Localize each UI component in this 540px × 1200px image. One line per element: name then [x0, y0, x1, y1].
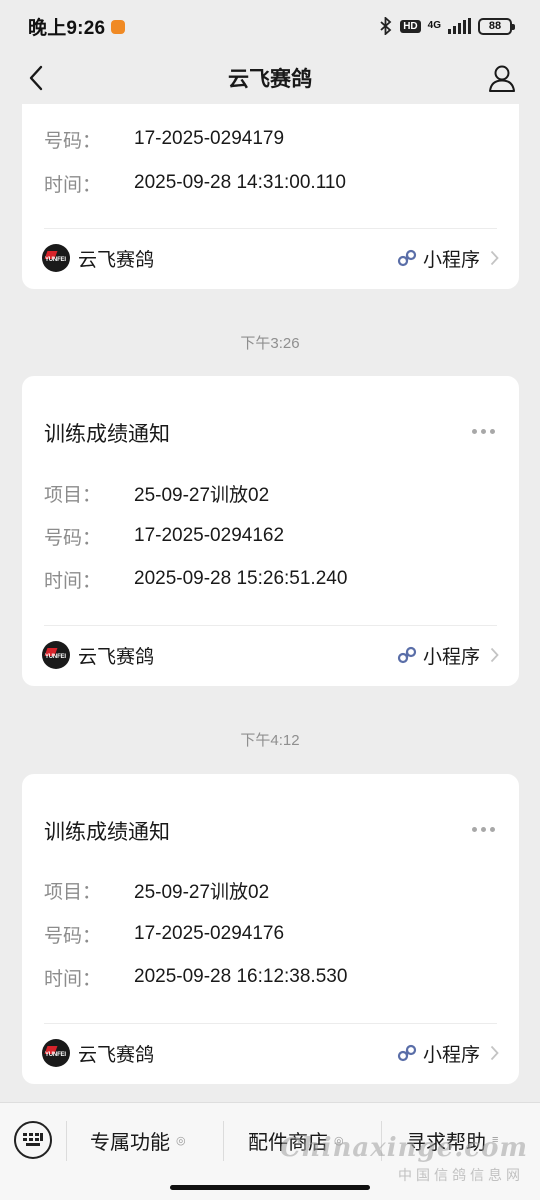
menu-exclusive-features[interactable]: 专属功能 ◎: [90, 1125, 186, 1155]
source-name: 云飞赛鸽: [78, 1044, 155, 1066]
page-title: 云飞赛鸽: [228, 68, 312, 91]
mini-program-link[interactable]: 小程序: [397, 1040, 499, 1067]
keyboard-icon: [23, 1133, 43, 1146]
info-row-time: 时间： 2025-09-28 16:12:38.530: [44, 964, 347, 990]
home-indicator[interactable]: [170, 1185, 370, 1190]
battery-icon: 88: [478, 17, 515, 35]
keyboard-toggle-button[interactable]: [14, 1121, 52, 1159]
row-value: 25-09-27训放02: [134, 881, 270, 903]
row-label: 时间：: [44, 968, 102, 990]
bluetooth-icon: [380, 17, 392, 35]
chevron-right-icon: [490, 1045, 499, 1061]
person-icon: [489, 65, 515, 92]
menu-label: 专属功能: [90, 1131, 170, 1154]
back-arrow-icon: [29, 65, 43, 91]
hd-badge: HD: [400, 19, 421, 33]
info-row-time: 时间： 2025-09-28 15:26:51.240: [44, 566, 347, 592]
row-value: 2025-09-28 14:31:00.110: [134, 172, 346, 193]
notification-card[interactable]: 训练成绩通知 项目： 25-09-27训放02 号码： 17-2025-0294…: [22, 376, 519, 686]
divider: [223, 1121, 224, 1161]
card-title: 训练成绩通知: [44, 423, 170, 446]
divider: [44, 228, 497, 229]
watermark-site: Chinaxinge.com: [280, 1133, 528, 1163]
row-value: 25-09-27训放02: [134, 484, 270, 506]
notification-card[interactable]: 号码： 17-2025-0294179 时间： 2025-09-28 14:31…: [22, 104, 519, 289]
yunfei-logo: YUNFEI: [42, 1039, 70, 1067]
mini-program-link[interactable]: 小程序: [397, 642, 499, 669]
mini-program-label: 小程序: [422, 646, 480, 668]
card-title: 训练成绩通知: [44, 821, 170, 844]
source-name: 云飞赛鸽: [78, 646, 155, 668]
message-timestamp: 下午3:26: [240, 335, 300, 352]
row-label: 项目：: [44, 484, 102, 506]
info-row-number: 号码： 17-2025-0294162: [44, 523, 284, 549]
divider: [66, 1121, 67, 1161]
mini-program-small-icon: ◎: [176, 1134, 186, 1147]
mini-program-icon: [397, 249, 417, 267]
chevron-right-icon: [490, 647, 499, 663]
chevron-right-icon: [490, 250, 499, 266]
divider: [44, 625, 497, 626]
card-footer[interactable]: YUNFEI 云飞赛鸽 小程序: [42, 242, 499, 274]
notification-card[interactable]: 训练成绩通知 项目： 25-09-27训放02 号码： 17-2025-0294…: [22, 774, 519, 1084]
network-type: 4G: [427, 20, 441, 31]
mini-program-icon: [397, 1044, 417, 1062]
info-row-project: 项目： 25-09-27训放02: [44, 480, 269, 506]
row-label: 项目：: [44, 881, 102, 903]
status-icons: HD 4G 88: [379, 17, 515, 35]
status-bar: 晚上9:26 HD 4G 88: [0, 0, 540, 52]
more-options-button[interactable]: [472, 426, 495, 436]
row-label: 时间：: [44, 174, 102, 196]
source-name: 云飞赛鸽: [78, 249, 155, 271]
info-row-number: 号码： 17-2025-0294176: [44, 921, 284, 947]
row-value: 17-2025-0294176: [134, 923, 285, 944]
battery-level: 88: [488, 20, 502, 32]
row-label: 号码：: [44, 527, 102, 549]
row-label: 号码：: [44, 925, 102, 947]
back-button[interactable]: [18, 60, 54, 96]
row-value: 2025-09-28 15:26:51.240: [134, 568, 348, 589]
more-options-button[interactable]: [472, 824, 495, 834]
row-value: 17-2025-0294162: [134, 525, 285, 546]
status-time: 晚上9:26: [28, 17, 106, 39]
row-label: 时间：: [44, 570, 102, 592]
info-row-time: 时间： 2025-09-28 14:31:00.110: [44, 170, 346, 196]
message-list[interactable]: 号码： 17-2025-0294179 时间： 2025-09-28 14:31…: [0, 104, 540, 1102]
yunfei-logo: YUNFEI: [42, 244, 70, 272]
mini-program-icon: [397, 646, 417, 664]
message-timestamp: 下午4:12: [240, 732, 300, 749]
signal-icon: [448, 18, 471, 34]
card-footer[interactable]: YUNFEI 云飞赛鸽 小程序: [42, 1037, 499, 1069]
watermark-cn: 中国信鸽信息网: [398, 1167, 524, 1183]
info-row-project: 项目： 25-09-27训放02: [44, 877, 269, 903]
yunfei-logo: YUNFEI: [42, 641, 70, 669]
row-value: 17-2025-0294179: [134, 128, 285, 149]
notification-app-icon: [111, 20, 126, 34]
row-value: 2025-09-28 16:12:38.530: [134, 966, 348, 987]
profile-button[interactable]: [484, 60, 520, 96]
card-footer[interactable]: YUNFEI 云飞赛鸽 小程序: [42, 639, 499, 671]
title-bar: 云飞赛鸽: [0, 52, 540, 104]
mini-program-link[interactable]: 小程序: [397, 245, 499, 272]
divider: [44, 1023, 497, 1024]
mini-program-label: 小程序: [422, 1044, 480, 1066]
mini-program-label: 小程序: [422, 249, 480, 271]
row-label: 号码：: [44, 130, 102, 152]
info-row-number: 号码： 17-2025-0294179: [44, 126, 284, 152]
